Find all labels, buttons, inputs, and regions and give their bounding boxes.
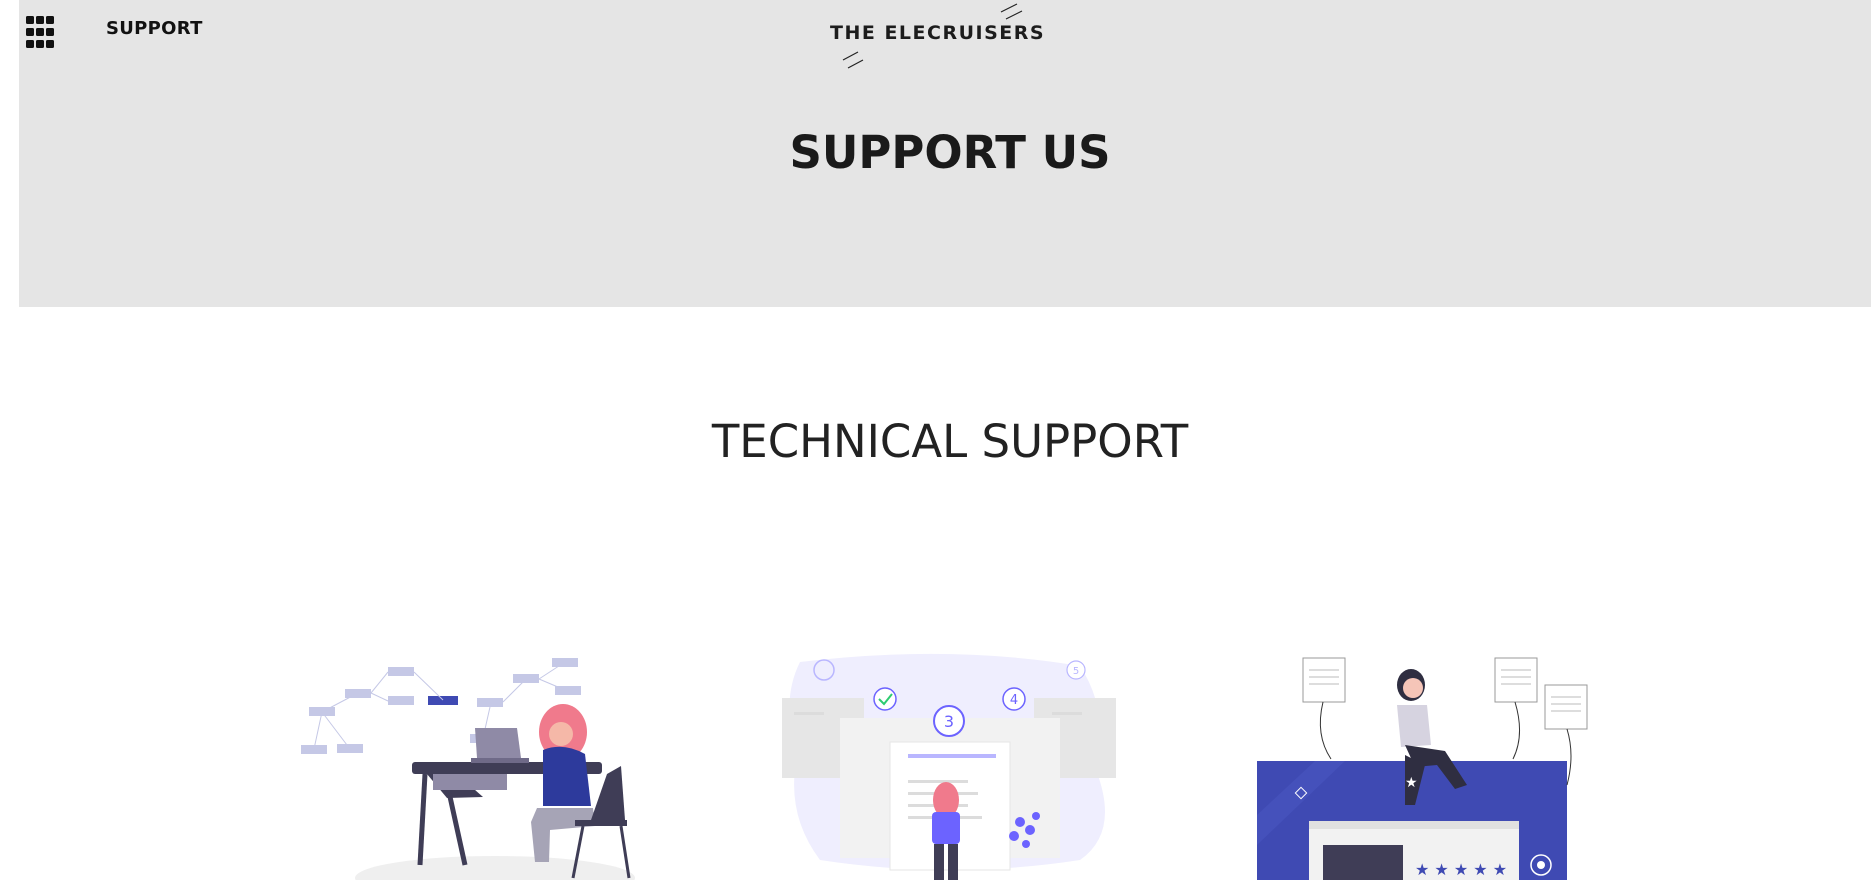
grid-menu-icon[interactable] <box>24 14 62 52</box>
brand-logo[interactable]: THE ELECRUISERS <box>830 22 1045 44</box>
woman-at-desk-illustration <box>301 658 635 880</box>
svg-text:★: ★ <box>1405 775 1418 791</box>
step-4-badge: 4 <box>1010 693 1018 708</box>
svg-text:★ ★ ★ ★ ★: ★ ★ ★ ★ ★ <box>1415 860 1507 879</box>
page-title: SUPPORT US <box>789 126 1111 179</box>
step-3-badge: 3 <box>944 712 954 731</box>
section-title: TECHNICAL SUPPORT <box>711 415 1189 468</box>
checklist-steps-illustration: 3 4 5 <box>782 653 1116 880</box>
nav-support-link[interactable]: SUPPORT <box>106 18 203 39</box>
step-5-badge: 5 <box>1073 666 1079 677</box>
woman-sitting-on-rating-board-illustration: ★ ★ ★ ★ ★ ★ <box>1257 657 1588 880</box>
